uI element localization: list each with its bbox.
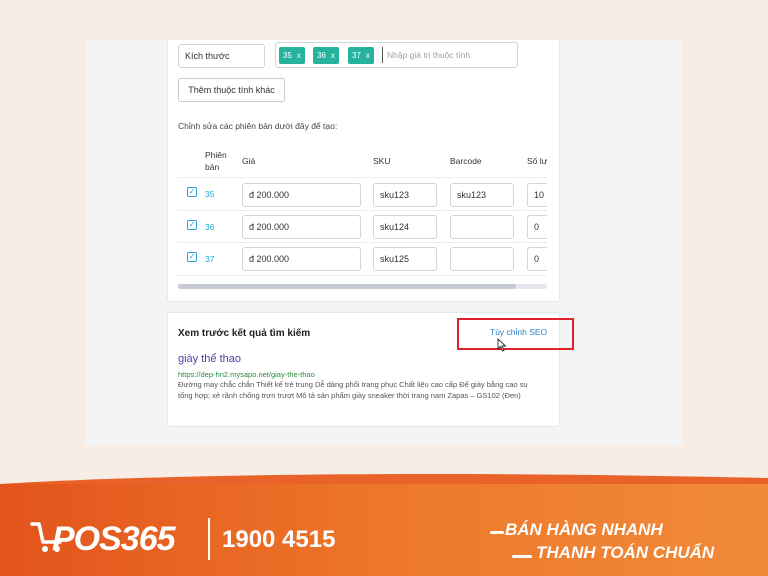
mouse-cursor-icon bbox=[497, 338, 507, 352]
price-value: đ 200.000 bbox=[249, 190, 290, 200]
banner-divider bbox=[208, 518, 210, 560]
price-input[interactable]: đ 200.000 bbox=[242, 183, 361, 207]
header-barcode: Barcode bbox=[450, 156, 482, 166]
remove-tag-icon[interactable]: x bbox=[331, 51, 335, 60]
speed-line bbox=[490, 531, 504, 534]
scrollbar-thumb[interactable] bbox=[178, 284, 516, 289]
price-value: đ 200.000 bbox=[249, 222, 290, 232]
quantity-value: 0 bbox=[534, 254, 540, 264]
quantity-input[interactable]: 0 bbox=[527, 247, 547, 271]
value-tag: 35 x bbox=[279, 47, 305, 64]
value-tag-label: 37 bbox=[352, 51, 361, 60]
sku-value: sku123 bbox=[380, 190, 410, 200]
slogan-line-1: BÁN HÀNG NHANH bbox=[505, 520, 663, 539]
add-attribute-button[interactable]: Thêm thuộc tính khác bbox=[178, 78, 285, 102]
barcode-input[interactable] bbox=[450, 247, 514, 271]
seo-page-url: https://dep-hn2.mysapo.net/giay-the-thao bbox=[178, 370, 315, 379]
seo-page-description: Đường may chắc chắn Thiết kế trẻ trung D… bbox=[178, 380, 528, 400]
remove-tag-icon[interactable]: x bbox=[366, 51, 370, 60]
slogan-line-2: THANH TOÁN CHUẨN bbox=[536, 543, 715, 562]
remove-tag-icon[interactable]: x bbox=[297, 51, 301, 60]
seo-preview-heading: Xem trước kết quả tìm kiếm bbox=[178, 328, 311, 339]
variant-version: 36 bbox=[205, 222, 215, 232]
header-version-line1: Phiên bbox=[205, 150, 227, 160]
horizontal-scrollbar[interactable] bbox=[178, 284, 547, 289]
price-input[interactable]: đ 200.000 bbox=[242, 247, 361, 271]
quantity-value: 10 bbox=[534, 190, 545, 200]
barcode-input[interactable]: sku123 bbox=[450, 183, 514, 207]
attribute-name-field[interactable]: Kích thước bbox=[178, 44, 265, 68]
quantity-input[interactable]: 10 bbox=[527, 183, 547, 207]
value-tag: 36 x bbox=[313, 47, 339, 64]
variant-checkbox[interactable]: ✓ bbox=[187, 220, 197, 230]
variants-instruction: Chỉnh sửa các phiên bản dưới đây để tạo: bbox=[178, 121, 338, 131]
barcode-value: sku123 bbox=[457, 190, 487, 200]
barcode-input[interactable] bbox=[450, 215, 514, 239]
row-divider bbox=[178, 177, 547, 178]
header-price: Giá bbox=[242, 156, 256, 166]
value-tag-label: 36 bbox=[317, 51, 326, 60]
row-divider bbox=[178, 242, 547, 243]
value-tag-label: 35 bbox=[283, 51, 292, 60]
speed-line bbox=[512, 555, 532, 558]
variant-checkbox[interactable]: ✓ bbox=[187, 187, 197, 197]
price-value: đ 200.000 bbox=[249, 254, 290, 264]
sku-value: sku125 bbox=[380, 254, 410, 264]
value-tag: 37 x bbox=[348, 47, 374, 64]
header-quantity: Số lư bbox=[527, 156, 548, 166]
hotline-number: 1900 4515 bbox=[222, 526, 336, 553]
sku-input[interactable]: sku124 bbox=[373, 215, 437, 239]
row-divider bbox=[178, 275, 547, 276]
header-version-line2: bản bbox=[205, 162, 220, 172]
row-divider bbox=[178, 210, 547, 211]
sku-input[interactable]: sku125 bbox=[373, 247, 437, 271]
quantity-input[interactable]: 0 bbox=[527, 215, 547, 239]
variant-version: 35 bbox=[205, 189, 215, 199]
highlight-box bbox=[457, 318, 574, 350]
header-sku: SKU bbox=[373, 156, 391, 166]
variant-checkbox[interactable]: ✓ bbox=[187, 252, 197, 262]
sku-input[interactable]: sku123 bbox=[373, 183, 437, 207]
variant-version: 37 bbox=[205, 254, 215, 264]
brand-logo: POS365 bbox=[52, 520, 176, 558]
text-caret bbox=[382, 47, 383, 63]
price-input[interactable]: đ 200.000 bbox=[242, 215, 361, 239]
quantity-value: 0 bbox=[534, 222, 540, 232]
attribute-value-placeholder: Nhập giá trị thuộc tính bbox=[387, 50, 471, 60]
attribute-name-value: Kích thước bbox=[185, 51, 230, 61]
sku-value: sku124 bbox=[380, 222, 410, 232]
seo-page-title: giày thể thao bbox=[178, 353, 241, 365]
